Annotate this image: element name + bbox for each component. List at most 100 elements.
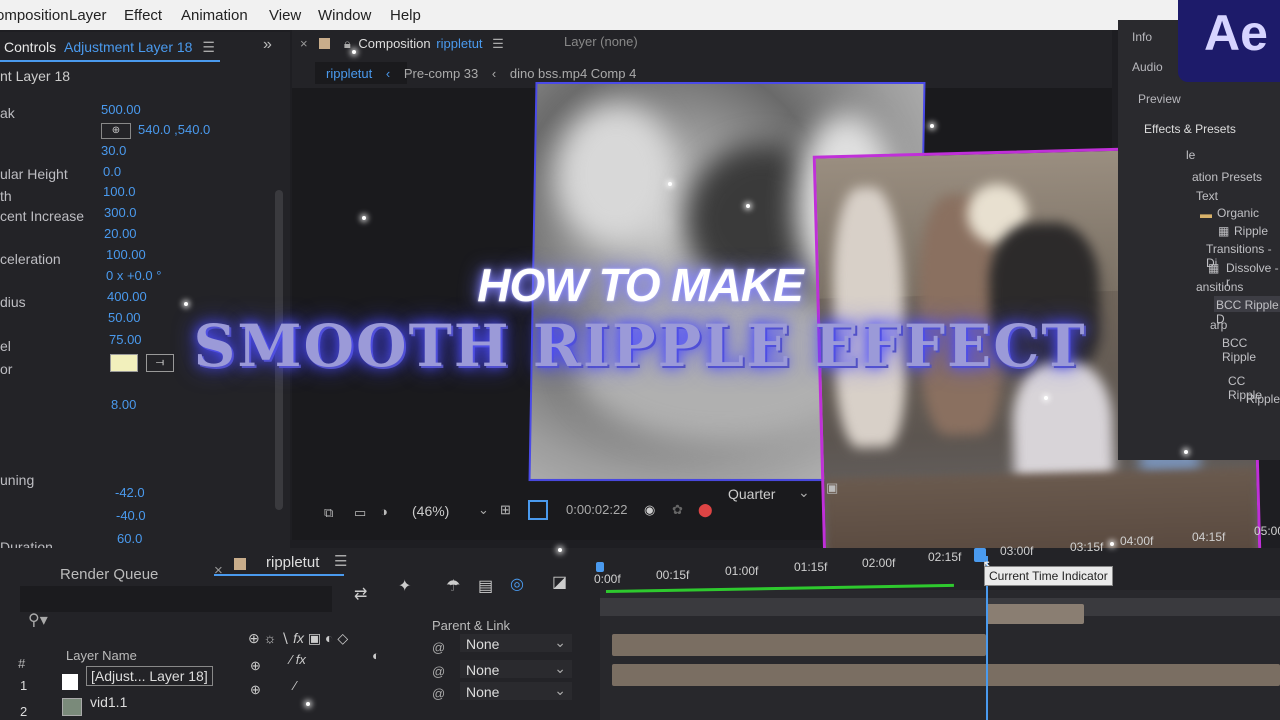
time-ruler[interactable]: 0:00f 00:15f 01:00f 01:15f 02:00f 02:15f…	[594, 524, 1280, 586]
color-channels-icon[interactable]: ⬤	[698, 502, 713, 518]
draft-3d-icon[interactable]: ✦	[398, 576, 411, 596]
prop-label: ak	[0, 105, 15, 121]
prop-value[interactable]: -40.0	[116, 508, 146, 523]
breadcrumb-item[interactable]: dino bss.mp4 Comp 4	[510, 66, 636, 81]
menu-animation[interactable]: Animation	[181, 7, 248, 24]
tree-item[interactable]: le	[1186, 148, 1195, 162]
ruler-label: 02:15f	[928, 550, 962, 564]
chevron-left-icon: ‹	[491, 66, 497, 81]
monitor-icon[interactable]: ▭	[354, 505, 366, 521]
breadcrumb-item[interactable]: Pre-comp 33	[404, 66, 478, 81]
preset-icon: ▦	[1218, 224, 1230, 238]
close-icon[interactable]: ×	[214, 562, 223, 579]
effect-controls-tab[interactable]: Controls Adjustment Layer 18 ☰	[4, 39, 215, 56]
lock-icon[interactable]: 🔒︎	[344, 36, 351, 51]
graph-editor-icon[interactable]: ◪	[552, 572, 567, 592]
menu-view[interactable]: View	[269, 7, 301, 24]
fx-switch[interactable]: ∕ fx	[290, 652, 306, 667]
hamburger-icon[interactable]: ☰	[492, 36, 504, 51]
layer-bar[interactable]	[612, 664, 1280, 686]
region-of-interest-icon[interactable]	[528, 500, 548, 520]
folder-icon: ▬	[1200, 207, 1212, 221]
pickwhip-icon[interactable]: @	[432, 686, 445, 701]
prop-label: th	[0, 188, 12, 204]
parent-dropdown[interactable]: None ⌄	[460, 634, 572, 652]
sparkle	[668, 182, 672, 186]
tree-item[interactable]: ation Presets	[1192, 170, 1262, 184]
tab-preview[interactable]: Preview	[1138, 92, 1181, 106]
prop-value[interactable]: 0.0	[103, 164, 121, 179]
hamburger-icon[interactable]: ☰	[202, 39, 215, 55]
camera-icon[interactable]: ◉	[644, 502, 655, 518]
menu-effect[interactable]: Effect	[124, 7, 162, 24]
column-parent-link[interactable]: Parent & Link	[432, 618, 510, 633]
layer-bar[interactable]	[612, 634, 986, 656]
prop-value[interactable]: 540.0 ,540.0	[138, 122, 210, 137]
prop-value[interactable]: 300.0	[104, 205, 137, 220]
tree-item[interactable]: Organic	[1217, 206, 1259, 220]
prop-label: ular Height	[0, 166, 68, 182]
layer-name[interactable]: [Adjust... Layer 18]	[86, 666, 213, 686]
resolution-dropdown[interactable]: Quarter ⌄	[728, 484, 818, 510]
expand-panels-icon[interactable]: »	[263, 36, 272, 54]
tab-rippletut[interactable]: rippletut	[266, 554, 319, 571]
prop-value[interactable]: 500.00	[101, 102, 141, 117]
adjustment-switch-icon[interactable]: ◐	[372, 648, 380, 663]
breadcrumb: rippletut ‹ Pre-comp 33 ‹ dino bss.mp4 C…	[326, 66, 636, 81]
tree-item[interactable]: Ripple	[1246, 392, 1280, 406]
shy-icon[interactable]: ⊕	[250, 682, 261, 698]
sparkle	[930, 124, 934, 128]
frame-blending-icon[interactable]: ▤	[478, 576, 493, 596]
tree-item[interactable]: Text	[1196, 189, 1218, 203]
column-layer-name[interactable]: Layer Name	[66, 648, 137, 663]
composition-tab[interactable]: × 🔒︎ Composition rippletut ☰	[300, 36, 504, 52]
search-icon[interactable]: ⚲▾	[28, 610, 48, 630]
work-area-bar[interactable]	[600, 598, 1280, 616]
composition-mini-flowchart-icon[interactable]: ⇄	[354, 584, 367, 604]
prop-value[interactable]: 20.00	[104, 226, 137, 241]
mask-icon[interactable]: ◑	[380, 504, 388, 519]
menu-composition[interactable]: omposition	[0, 7, 69, 24]
layer-tab[interactable]: Layer (none)	[564, 34, 638, 49]
work-area-start-handle[interactable]	[596, 562, 604, 572]
snapshot-icon[interactable]: ⧉	[324, 505, 333, 521]
prop-value[interactable]: 60.0	[117, 531, 142, 546]
tab-info[interactable]: Info	[1132, 30, 1152, 44]
layer-number: 1	[20, 678, 28, 693]
tree-item[interactable]: Ripple	[1234, 224, 1268, 238]
layer-name[interactable]: vid1.1	[90, 694, 127, 710]
prop-value[interactable]: 8.00	[111, 397, 136, 412]
menu-layer[interactable]: Layer	[69, 7, 107, 24]
crosshair-icon[interactable]: ⊕	[101, 123, 131, 139]
tab-effects-presets[interactable]: Effects & Presets	[1144, 122, 1236, 136]
quality-switch[interactable]: ∕	[294, 678, 296, 693]
sparkle	[1044, 396, 1048, 400]
menu-window[interactable]: Window	[318, 7, 371, 24]
hamburger-icon[interactable]: ☰	[334, 552, 347, 570]
prop-value[interactable]: 30.0	[101, 143, 126, 158]
parent-dropdown[interactable]: None ⌄	[460, 682, 572, 700]
zoom-dropdown[interactable]: (46%)	[412, 503, 449, 519]
tab-render-queue[interactable]: Render Queue	[60, 566, 158, 583]
breadcrumb-item[interactable]: rippletut	[326, 66, 372, 81]
pickwhip-icon[interactable]: @	[432, 664, 445, 679]
show-snapshot-icon[interactable]: ✿	[672, 502, 683, 518]
menu-help[interactable]: Help	[390, 7, 421, 24]
motion-blur-icon[interactable]: ◎	[510, 574, 524, 594]
timecode[interactable]: 0:00:02:22	[562, 500, 632, 519]
ruler-label: 03:15f	[1070, 540, 1104, 554]
parent-dropdown[interactable]: None ⌄	[460, 660, 572, 678]
layer-bar-selected[interactable]	[986, 604, 1084, 624]
tab-audio[interactable]: Audio	[1132, 60, 1163, 74]
chevron-down-icon[interactable]: ⌄	[478, 502, 489, 518]
shy-icon[interactable]: ⊕	[250, 658, 261, 674]
grid-icon[interactable]: ⊞	[500, 502, 511, 518]
prop-value[interactable]: -42.0	[115, 485, 145, 500]
close-icon[interactable]: ×	[300, 36, 308, 51]
ruler-label: 03:00f	[1000, 544, 1034, 558]
parent-value: None	[466, 684, 500, 700]
prop-value[interactable]: 100.0	[103, 184, 136, 199]
toggle-transparency-icon[interactable]: ▣	[826, 480, 838, 496]
pickwhip-icon[interactable]: @	[432, 640, 445, 655]
hide-shy-icon[interactable]: ☂	[446, 576, 460, 596]
